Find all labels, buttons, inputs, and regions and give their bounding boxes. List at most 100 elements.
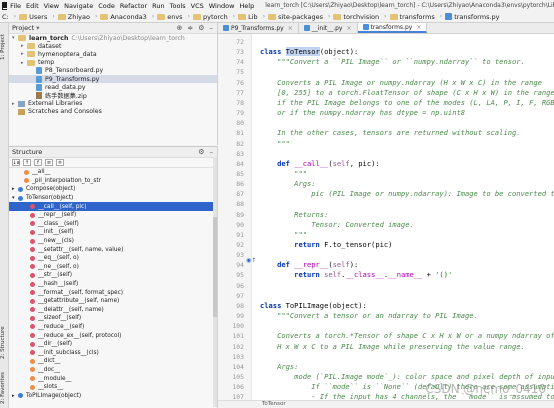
menu-item-navigate[interactable]: Navigate	[64, 2, 93, 10]
menu-item-tools[interactable]: Tools	[170, 2, 186, 10]
code-line[interactable]: if the PIL Image belongs to one of the m…	[260, 98, 554, 107]
show-fields-icon[interactable]: f	[34, 159, 42, 166]
collapse-all-icon[interactable]: ≑	[56, 159, 64, 166]
code-line[interactable]: pic (PIL Image or numpy.ndarray): Image …	[260, 189, 554, 198]
structure-item[interactable]: __module__	[9, 374, 217, 383]
collapse-icon[interactable]: ≑	[187, 24, 193, 32]
settings-icon[interactable]: ⚙	[198, 24, 204, 32]
code-line[interactable]: """	[260, 169, 307, 178]
code-line[interactable]: """Convert a ``PIL Image`` or ``numpy.nd…	[260, 57, 525, 66]
structure-item[interactable]: __all__	[9, 168, 217, 177]
menu-item-view[interactable]: View	[44, 2, 59, 10]
project-tree-item[interactable]: ▾ learn_torch C:\Users\Zhiyao\Desktop\lear…	[9, 34, 217, 42]
project-tree-item[interactable]: 练手数据集.zip	[9, 91, 217, 100]
structure-item[interactable]: _pil_interpolation_to_str	[9, 177, 217, 186]
breadcrumb-item[interactable]: site-packages	[268, 13, 323, 21]
code-line[interactable]: """	[260, 139, 290, 148]
code-line[interactable]: [0, 255] to a torch.FloatTensor of shape…	[260, 88, 554, 97]
menu-item-file[interactable]: File	[10, 2, 21, 10]
structure-item[interactable]: __setattr__(self, name, value)	[9, 245, 217, 254]
structure-item[interactable]: __dict__	[9, 357, 217, 366]
structure-item[interactable]: __hash__(self)	[9, 280, 217, 289]
project-tool-button[interactable]: 1: Project	[0, 27, 9, 67]
structure-item[interactable]: ▸ Compose(object)	[9, 185, 217, 194]
menu-item-refactor[interactable]: Refactor	[120, 2, 147, 10]
code-line[interactable]: Args:	[260, 362, 298, 371]
breadcrumb-item[interactable]: Users	[19, 13, 47, 21]
code-line[interactable]: Returns:	[260, 210, 328, 219]
structure-item[interactable]: __reduce__(self)	[9, 323, 217, 332]
code-line[interactable]: """	[260, 230, 307, 239]
hide-icon[interactable]: –	[210, 148, 214, 156]
editor-tab[interactable]: transforms.py ×	[357, 23, 428, 33]
menu-item-run[interactable]: Run	[152, 2, 164, 10]
structure-scrollbar[interactable]	[213, 157, 217, 407]
favorites-tool-button[interactable]: 2: Favorites	[0, 368, 9, 408]
menu-item-code[interactable]: Code	[98, 2, 115, 10]
code-line[interactable]: Converts a PIL Image or numpy.ndarray (H…	[260, 78, 542, 87]
locate-icon[interactable]: ⊕	[176, 24, 182, 32]
structure-item[interactable]: __init__(self)	[9, 228, 217, 237]
project-tree-item[interactable]: ▸ External Libraries	[9, 100, 217, 108]
override-gutter-icon[interactable]: ◉↑	[246, 257, 256, 264]
structure-item[interactable]: ▾ ToTensor(object)	[9, 194, 217, 203]
code-line[interactable]: def __repr__(self):	[260, 260, 358, 269]
settings-icon[interactable]: ⚙	[198, 148, 204, 156]
structure-item[interactable]: __sizeof__(self)	[9, 314, 217, 323]
breadcrumb-item[interactable]: Lib	[238, 13, 258, 21]
sort-alpha-icon[interactable]: ↓a	[12, 159, 20, 166]
structure-item[interactable]: __doc__	[9, 366, 217, 375]
editor-tab[interactable]: P9_Transforms.py ×	[218, 23, 299, 33]
project-panel-title[interactable]: Project	[12, 24, 34, 32]
project-tree-item[interactable]: read_data.py	[9, 83, 217, 91]
expand-icon[interactable]: ≡	[45, 159, 53, 166]
project-tree-item[interactable]: ▸ dataset	[9, 42, 217, 50]
structure-item[interactable]: __format__(self, format_spec)	[9, 288, 217, 297]
menu-item-edit[interactable]: Edit	[26, 2, 39, 10]
breadcrumb-item[interactable]: C:	[2, 13, 9, 21]
code-line[interactable]: class ToTensor(object):	[260, 47, 358, 57]
structure-item[interactable]: __class__(self)	[9, 220, 217, 229]
editor-breadcrumb-item[interactable]: ToTensor	[262, 401, 286, 407]
structure-item[interactable]: __delattr__(self, name)	[9, 306, 217, 315]
code-line[interactable]: or if the numpy.ndarray has dtype = np.u…	[260, 108, 465, 117]
structure-item[interactable]: __reduce_ex__(self, protocol)	[9, 331, 217, 340]
code-line[interactable]: class ToPILImage(object):	[260, 301, 367, 310]
hide-icon[interactable]: –	[210, 24, 214, 32]
show-inherited-icon[interactable]: ↑	[23, 159, 31, 166]
close-icon[interactable]: ×	[416, 24, 421, 31]
editor-tab[interactable]: __init__.py ×	[299, 23, 358, 33]
breadcrumb-item[interactable]: transforms.py	[445, 13, 500, 21]
project-tree-item[interactable]: ▸ temp	[9, 59, 217, 67]
structure-item[interactable]: __ne__(self, o)	[9, 263, 217, 272]
breadcrumb-item[interactable]: torchvision	[333, 13, 379, 21]
breadcrumb-item[interactable]: pytorch	[192, 13, 228, 21]
structure-item[interactable]: __str__(self)	[9, 271, 217, 280]
structure-item[interactable]: __dir__(self)	[9, 340, 217, 349]
structure-item[interactable]: __slots__	[9, 383, 217, 392]
breadcrumb-item[interactable]: transforms	[389, 13, 435, 21]
close-icon[interactable]: ×	[288, 25, 293, 32]
structure-item[interactable]: ▸ ToPILImage(object)	[9, 391, 217, 400]
project-tree-item[interactable]: ▸ hymenoptera_data	[9, 50, 217, 58]
close-icon[interactable]: ×	[346, 25, 351, 32]
structure-item[interactable]: __eq__(self, o)	[9, 254, 217, 263]
code-line[interactable]: """Convert a tensor or an ndarray to PIL…	[260, 311, 478, 320]
structure-item[interactable]: __getattribute__(self, name)	[9, 297, 217, 306]
code-editor[interactable]: 72 73 74 75 76 77 78 79 80 81 82 83 84 85 86 87 88 89 90 91…	[218, 34, 554, 408]
code-line[interactable]: Converts a torch.*Tensor of shape C x H …	[260, 331, 554, 340]
structure-item[interactable]: __repr__(self)	[9, 211, 217, 220]
structure-item[interactable]: __init_subclass__(cls)	[9, 348, 217, 357]
structure-tool-button[interactable]: 2: Structure	[0, 323, 9, 363]
project-tree-item[interactable]: P9_Transforms.py	[9, 74, 217, 84]
dropdown-icon[interactable]: ▾	[36, 24, 39, 32]
code-line[interactable]: Args:	[260, 179, 315, 188]
menu-item-window[interactable]: Window	[209, 2, 235, 10]
structure-item[interactable]: __new__(cls)	[9, 237, 217, 246]
code-line[interactable]: mode (`PIL.Image mode`_): color space an…	[260, 372, 554, 381]
menu-item-help[interactable]: Help	[239, 2, 254, 10]
code-line[interactable]: return self.__class__.__name__ + '()'	[260, 270, 452, 279]
project-tree-item[interactable]: Scratches and Consoles	[9, 108, 217, 116]
project-tree-item[interactable]: P8_Tensorboard.py	[9, 67, 217, 75]
breadcrumb-item[interactable]: Zhiyao	[57, 13, 90, 21]
